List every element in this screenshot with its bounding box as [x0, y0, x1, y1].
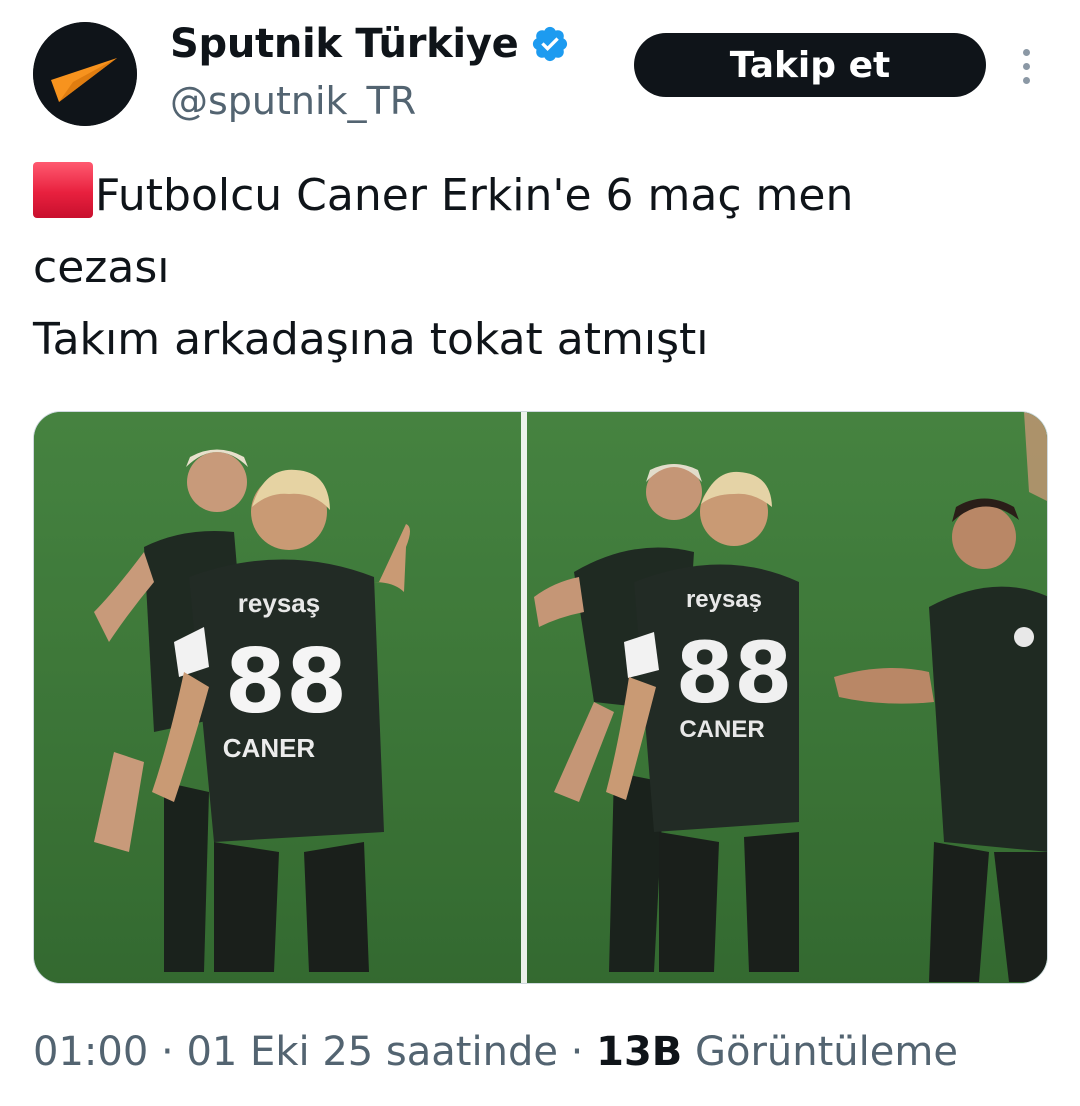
jersey-number-right: 88 [676, 624, 793, 722]
jersey-name-left: CANER [223, 733, 316, 763]
tweet-headline: Futbolcu Caner Erkin'e 6 maç men [95, 170, 854, 221]
author-display-name[interactable]: Sputnik Türkiye [170, 20, 519, 68]
more-dot [1022, 62, 1030, 70]
more-options-icon[interactable] [1008, 40, 1044, 92]
meta-separator: · [161, 1029, 174, 1075]
jersey-number-left: 88 [225, 630, 347, 733]
view-label[interactable]: Görüntüleme [695, 1029, 958, 1075]
jersey-sponsor-left: reysaş [238, 588, 320, 618]
tweet-line-2: cezası [33, 242, 170, 293]
tweet-text: Futbolcu Caner Erkin'e 6 maç men cezası … [33, 160, 1043, 376]
avatar[interactable] [33, 22, 137, 126]
tweet-metadata: 01:00 · 01 Eki 25 saatinde · 13B Görüntü… [33, 1025, 958, 1079]
more-dot [1022, 48, 1030, 56]
view-count[interactable]: 13B [596, 1029, 682, 1075]
tweet-line-3: Takım arkadaşına tokat atmıştı [33, 314, 709, 365]
sputnik-logo-icon [33, 22, 137, 126]
jersey-sponsor-right: reysaş [686, 586, 762, 613]
verified-badge-icon [533, 26, 568, 62]
tweet-media-image[interactable]: reysaş 88 CANER reysaş 88 CANER [33, 411, 1048, 984]
tweet-time[interactable]: 01:00 [33, 1029, 148, 1075]
football-photo: reysaş 88 CANER reysaş 88 CANER [34, 412, 1047, 983]
more-dot [1022, 76, 1030, 84]
author-handle[interactable]: @sputnik_TR [170, 78, 416, 124]
tweet-date[interactable]: 01 Eki 25 saatinde [186, 1029, 558, 1075]
tweet-line-1: Futbolcu Caner Erkin'e 6 maç men [33, 160, 1043, 232]
meta-separator: · [570, 1029, 584, 1075]
jersey-name-right: CANER [679, 716, 764, 743]
follow-button[interactable]: Takip et [634, 33, 986, 97]
red-square-icon [33, 162, 93, 218]
author-name-row[interactable]: Sputnik Türkiye [170, 20, 570, 68]
